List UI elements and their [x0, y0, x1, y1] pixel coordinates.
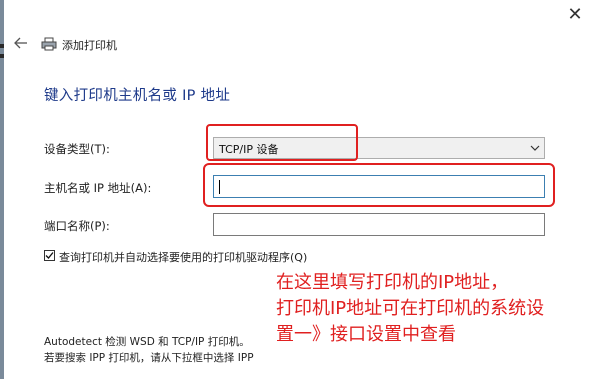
- footer-line: Autodetect 检测 WSD 和 TCP/IP 打印机。: [44, 336, 250, 348]
- device-type-highlight: [206, 124, 358, 161]
- port-name-input[interactable]: [213, 213, 545, 236]
- annotation-line: 置一》接口设置中查看: [276, 324, 456, 345]
- annotation-line: 打印机IP地址可在打印机的系统设: [276, 298, 545, 319]
- arrow-left-icon: [14, 37, 27, 49]
- close-button[interactable]: ✕: [563, 4, 587, 26]
- port-name-label: 端口名称(P):: [44, 219, 110, 233]
- auto-select-driver-checkbox[interactable]: [44, 250, 55, 261]
- close-icon: ✕: [567, 4, 583, 25]
- footer-line: 若要搜索 IPP 打印机，请从下拉框中选择 IPP: [44, 352, 254, 364]
- check-icon: [45, 252, 54, 259]
- edge-marker: [0, 54, 4, 58]
- auto-select-driver-label: 查询打印机并自动选择要使用的打印机驱动程序(Q): [59, 251, 308, 264]
- chevron-down-icon: [530, 145, 540, 151]
- edge-marker: [0, 44, 4, 48]
- hostname-label: 主机名或 IP 地址(A):: [44, 181, 152, 195]
- footer-help-text: Autodetect 检测 WSD 和 TCP/IP 打印机。 若要搜索 IPP…: [44, 334, 254, 366]
- printer-icon: [41, 36, 57, 51]
- background-window-edge: [0, 0, 4, 379]
- dialog-title: 添加打印机: [62, 39, 117, 52]
- annotation-line: 在这里填写打印机的IP地址，: [276, 272, 509, 293]
- page-heading: 键入打印机主机名或 IP 地址: [44, 88, 231, 104]
- hostname-highlight: [203, 163, 555, 207]
- annotation-text: 在这里填写打印机的IP地址， 打印机IP地址可在打印机的系统设 置一》接口设置中…: [276, 270, 586, 348]
- device-type-label: 设备类型(T):: [44, 142, 110, 156]
- back-button[interactable]: [12, 34, 30, 52]
